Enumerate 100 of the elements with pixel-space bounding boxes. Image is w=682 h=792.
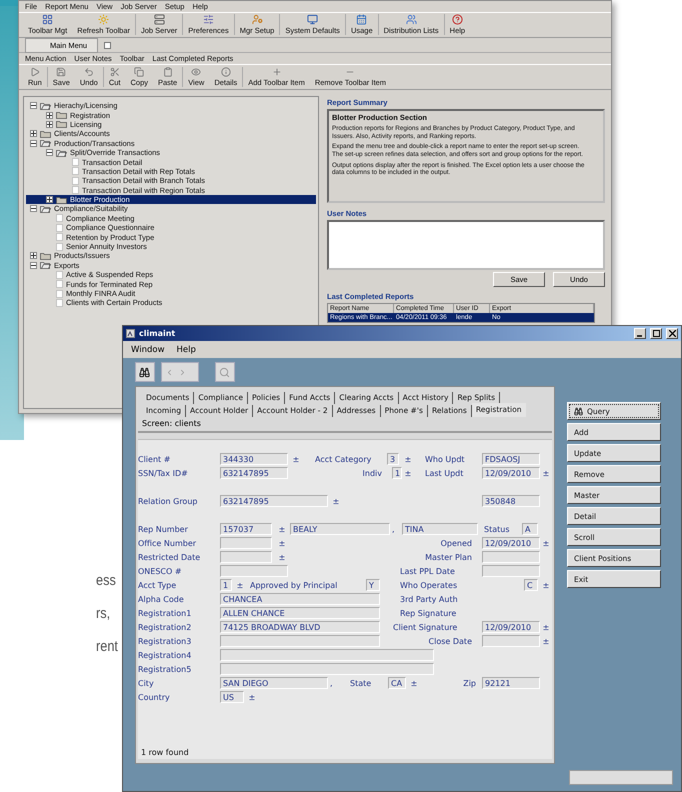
input-field[interactable]: 157037 bbox=[220, 523, 272, 535]
input-field[interactable] bbox=[220, 551, 272, 563]
field-label: Alpha Code bbox=[138, 594, 185, 604]
input-field[interactable] bbox=[482, 565, 540, 577]
lookup-marker[interactable]: ± bbox=[540, 538, 552, 548]
collapse-icon[interactable] bbox=[30, 102, 37, 110]
forward-icon bbox=[178, 368, 187, 376]
lookup-marker[interactable]: ± bbox=[234, 580, 246, 590]
field-label: , bbox=[330, 678, 334, 688]
menu-item[interactable]: Window bbox=[131, 344, 165, 354]
user-icon bbox=[252, 14, 263, 25]
sun-icon bbox=[98, 14, 110, 25]
expand-icon[interactable] bbox=[46, 112, 53, 119]
minimize-button[interactable] bbox=[634, 328, 646, 339]
field-label: Approved by Principal bbox=[250, 580, 338, 590]
field-label: Client # bbox=[138, 454, 172, 464]
field-label: Restricted Date bbox=[138, 552, 202, 562]
eye-icon bbox=[191, 67, 202, 77]
lookup-marker[interactable]: ± bbox=[246, 692, 258, 702]
folder-icon bbox=[56, 120, 67, 128]
search-icon bbox=[219, 366, 230, 378]
collapse-icon[interactable] bbox=[30, 262, 37, 269]
input-field[interactable] bbox=[220, 635, 380, 647]
lookup-marker[interactable]: ± bbox=[540, 636, 552, 646]
lookup-marker[interactable]: ± bbox=[540, 622, 552, 632]
field-label: Indiv bbox=[362, 468, 382, 478]
info-icon bbox=[220, 67, 231, 77]
field-label: Who Operates bbox=[400, 580, 458, 590]
expand-icon[interactable] bbox=[30, 130, 37, 138]
server-icon bbox=[154, 14, 165, 25]
input-field[interactable]: FDSAOSJ bbox=[482, 453, 540, 465]
clipboard-icon bbox=[162, 67, 173, 77]
close-button[interactable] bbox=[666, 328, 678, 339]
input-field[interactable]: 12/09/2010 bbox=[482, 537, 540, 549]
field-label: Master Plan bbox=[424, 552, 472, 562]
folder-icon bbox=[56, 196, 67, 204]
input-field[interactable]: 74125 BROADWAY BLVD bbox=[220, 621, 380, 633]
collapse-icon[interactable] bbox=[46, 149, 53, 156]
input-field[interactable]: C bbox=[524, 579, 538, 591]
input-field[interactable]: US bbox=[220, 691, 244, 703]
folder-icon bbox=[56, 111, 67, 120]
collapse-icon[interactable] bbox=[30, 205, 37, 212]
binoculars-icon bbox=[139, 366, 150, 378]
field-label: Country bbox=[138, 692, 171, 702]
field-label: Status bbox=[484, 524, 510, 534]
lookup-marker[interactable]: ± bbox=[540, 580, 552, 590]
lookup-marker[interactable]: ± bbox=[276, 538, 288, 548]
find-button[interactable] bbox=[135, 362, 155, 382]
input-field[interactable]: 632147895 bbox=[220, 467, 288, 479]
lookup-marker[interactable]: ± bbox=[276, 552, 288, 562]
folder-icon bbox=[40, 261, 51, 270]
expand-icon[interactable] bbox=[46, 120, 53, 128]
page-text: rent bbox=[96, 638, 118, 655]
collapse-icon[interactable] bbox=[30, 140, 37, 147]
input-field[interactable]: TINA bbox=[402, 523, 478, 535]
input-field[interactable] bbox=[220, 649, 434, 661]
expand-icon[interactable] bbox=[46, 196, 53, 204]
input-field[interactable]: Y bbox=[366, 579, 380, 591]
input-field[interactable] bbox=[220, 565, 288, 577]
lookup-marker[interactable]: ± bbox=[276, 524, 288, 534]
field-label: Opened bbox=[440, 538, 472, 548]
field-label: Who Updt bbox=[425, 454, 466, 464]
input-field[interactable] bbox=[482, 551, 540, 563]
notes-field[interactable] bbox=[327, 220, 605, 270]
field-label: SSN/Tax ID# bbox=[138, 468, 189, 478]
lookup-marker[interactable]: ± bbox=[540, 468, 552, 478]
input-field[interactable] bbox=[220, 663, 434, 675]
input-field[interactable]: CHANCEA bbox=[220, 593, 380, 605]
page-text: rs, bbox=[96, 605, 112, 622]
input-field[interactable]: BEALY bbox=[290, 523, 390, 535]
input-field[interactable] bbox=[220, 537, 272, 549]
input-field[interactable]: 3 bbox=[387, 453, 399, 465]
input-field[interactable]: 12/09/2010 bbox=[482, 621, 540, 633]
field-label: Office Number bbox=[138, 538, 198, 548]
input-field[interactable]: A bbox=[522, 523, 538, 535]
lookup-marker[interactable]: ± bbox=[402, 468, 414, 478]
lookup-marker[interactable]: ± bbox=[402, 454, 414, 464]
field-label: Last Updt bbox=[425, 468, 464, 478]
field-label: Last PPL Date bbox=[400, 566, 456, 576]
expand-icon[interactable] bbox=[30, 252, 37, 260]
input-field[interactable]: 1 bbox=[392, 467, 402, 479]
input-field[interactable]: SAN DIEGO bbox=[220, 677, 328, 689]
field-label: ONESCO # bbox=[138, 566, 183, 576]
lookup-marker[interactable]: ± bbox=[408, 678, 420, 688]
input-field[interactable]: 92121 bbox=[482, 677, 540, 689]
input-field[interactable]: 350848 bbox=[482, 495, 540, 507]
input-field[interactable]: CA bbox=[388, 677, 406, 689]
field-label: Acct Category bbox=[315, 454, 372, 464]
input-field[interactable]: 12/09/2010 bbox=[482, 467, 540, 479]
field-label: Acct Type bbox=[138, 580, 178, 590]
input-field[interactable]: 1 bbox=[220, 579, 232, 591]
maximize-icon bbox=[652, 330, 660, 337]
input-field[interactable]: 632147895 bbox=[220, 495, 328, 507]
maximize-button[interactable] bbox=[650, 328, 662, 339]
input-field[interactable] bbox=[482, 635, 540, 647]
input-field[interactable]: ALLEN CHANCE bbox=[220, 607, 380, 619]
input-field[interactable]: 344330 bbox=[220, 453, 288, 465]
lookup-marker[interactable]: ± bbox=[290, 454, 302, 464]
lookup-marker[interactable]: ± bbox=[330, 496, 342, 506]
menu-item[interactable]: Help bbox=[176, 344, 196, 354]
